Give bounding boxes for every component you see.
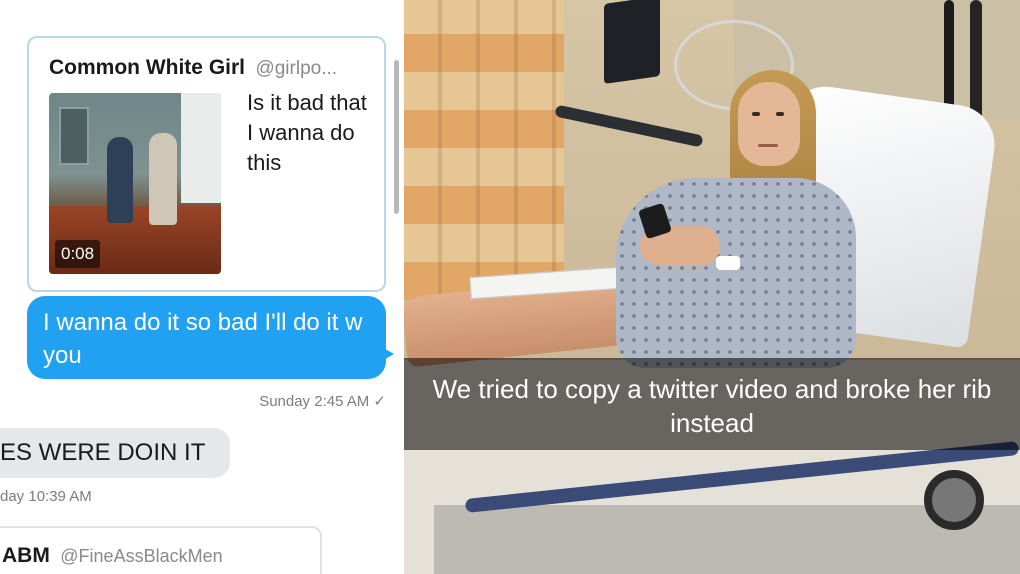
quoted-tweet-card[interactable]: Common White Girl @girlpo... 0:08 Is it …	[27, 36, 386, 292]
chat-screenshot: Common White Girl @girlpo... 0:08 Is it …	[0, 0, 404, 574]
received-message-text: ES WERE DOIN IT	[0, 439, 206, 466]
quoted-tweet-card-2[interactable]: ABM @FineAssBlackMen	[0, 526, 322, 574]
tweet-video-thumbnail[interactable]: 0:08	[49, 93, 221, 274]
sent-message-bubble[interactable]: I wanna do it so bad I'll do it w you	[27, 296, 386, 379]
tweet-author: Common White Girl @girlpo...	[49, 56, 337, 80]
received-message-bubble[interactable]: ES WERE DOIN IT	[0, 428, 230, 478]
tweet-author-name: Common White Girl	[49, 56, 245, 79]
received-message-timestamp: day 10:39 AM	[0, 488, 92, 505]
sent-message-timestamp: Sunday 2:45 AM ✓	[259, 393, 386, 410]
patient-face	[738, 82, 800, 166]
hospital-curtain	[404, 0, 564, 300]
tweet-text: Is it bad that I wanna do this	[247, 90, 367, 175]
tweet2-author: ABM @FineAssBlackMen	[2, 544, 223, 568]
tweet2-author-name: ABM	[2, 544, 50, 567]
snapchat-photo: We tried to copy a twitter video and bro…	[404, 0, 1020, 574]
snapchat-caption-bar: We tried to copy a twitter video and bro…	[404, 358, 1020, 450]
snapchat-caption-text: We tried to copy a twitter video and bro…	[432, 374, 992, 438]
tweet2-author-handle: @FineAssBlackMen	[60, 546, 223, 566]
tweet-author-handle: @girlpo...	[255, 58, 338, 79]
sent-bubble-tail	[380, 346, 394, 362]
medical-monitor	[604, 0, 660, 84]
video-duration-badge: 0:08	[55, 240, 101, 268]
bed-wheel	[924, 470, 984, 530]
scrollbar-thumb[interactable]	[394, 60, 399, 214]
sent-message-text: I wanna do it so bad I'll do it w you	[43, 309, 363, 369]
